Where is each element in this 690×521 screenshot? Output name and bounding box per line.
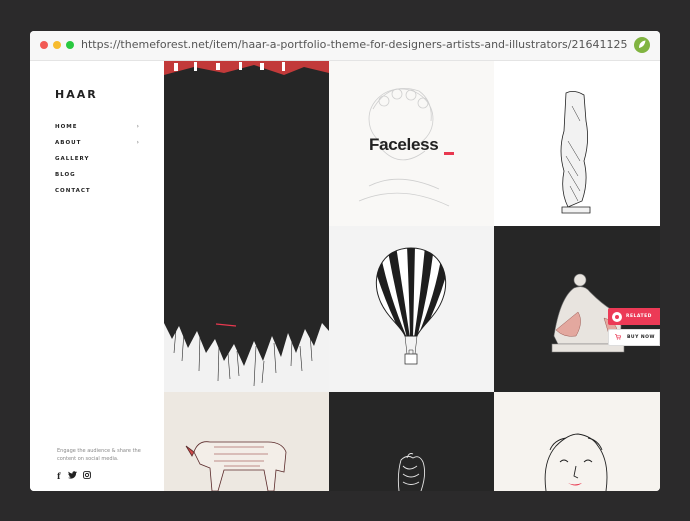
browser-chrome: https://themeforest.net/item/haar-a-port… [30, 31, 660, 61]
gallery-tile-line-art[interactable] [329, 392, 494, 491]
nav-item-label: GALLERY [55, 156, 90, 162]
striped-balloon-illustration [375, 247, 447, 365]
nav-item-label: ABOUT [55, 140, 82, 146]
browser-window: https://themeforest.net/item/haar-a-port… [30, 31, 660, 491]
buy-now-label: BUY NOW [627, 335, 655, 340]
related-button[interactable]: RELATED [608, 308, 660, 325]
minimize-window-button[interactable] [53, 41, 61, 49]
nav-item-gallery[interactable]: GALLERY [55, 155, 140, 171]
twitter-icon[interactable] [68, 471, 77, 481]
site-logo[interactable]: HAAR [55, 88, 98, 101]
main-nav: HOME › ABOUT › GALLERY BLOG CONTACT [55, 123, 140, 203]
address-bar[interactable]: https://themeforest.net/item/haar-a-port… [81, 38, 627, 51]
nav-item-blog[interactable]: BLOG [55, 171, 140, 187]
nav-item-label: CONTACT [55, 188, 91, 194]
gallery-tile-faceless[interactable]: Faceless [329, 61, 494, 226]
gallery-tile-wolf[interactable] [164, 392, 329, 491]
faceless-underscore [444, 152, 454, 155]
cart-icon [615, 334, 622, 342]
portfolio-grid: Faceless [164, 61, 660, 491]
gallery-tile-balloon[interactable] [329, 226, 494, 392]
ink-brush-illustration [164, 61, 329, 387]
wolf-engraving-illustration [185, 441, 287, 491]
share-text: Engage the audience & share the content … [57, 448, 141, 462]
close-window-button[interactable] [40, 41, 48, 49]
buy-now-button[interactable]: BUY NOW [608, 329, 660, 346]
nav-item-contact[interactable]: CONTACT [55, 187, 140, 203]
chevron-right-icon: › [136, 123, 140, 130]
line-art-illustration [397, 453, 426, 491]
related-icon [612, 311, 622, 322]
nav-item-label: HOME [55, 124, 78, 130]
classical-bust-illustration [544, 433, 608, 491]
social-links: f [57, 471, 117, 481]
headless-statue-illustration [560, 91, 591, 214]
chevron-right-icon: › [136, 139, 140, 146]
related-label: RELATED [626, 313, 652, 319]
faceless-title: Faceless [369, 135, 439, 154]
instagram-icon[interactable] [83, 471, 91, 481]
nav-item-home[interactable]: HOME › [55, 123, 140, 139]
nav-item-about[interactable]: ABOUT › [55, 139, 140, 155]
gallery-tile-headless-statue[interactable] [494, 61, 660, 226]
sidebar: HAAR HOME › ABOUT › GALLERY BLOG CONTACT E… [30, 61, 164, 491]
maximize-window-button[interactable] [66, 41, 74, 49]
facebook-icon[interactable]: f [57, 471, 60, 481]
gallery-tile-classical-bust[interactable] [494, 392, 660, 491]
gallery-tile-ink-brush[interactable] [164, 61, 329, 392]
envato-leaf-icon [634, 37, 650, 53]
nav-item-label: BLOG [55, 172, 76, 178]
